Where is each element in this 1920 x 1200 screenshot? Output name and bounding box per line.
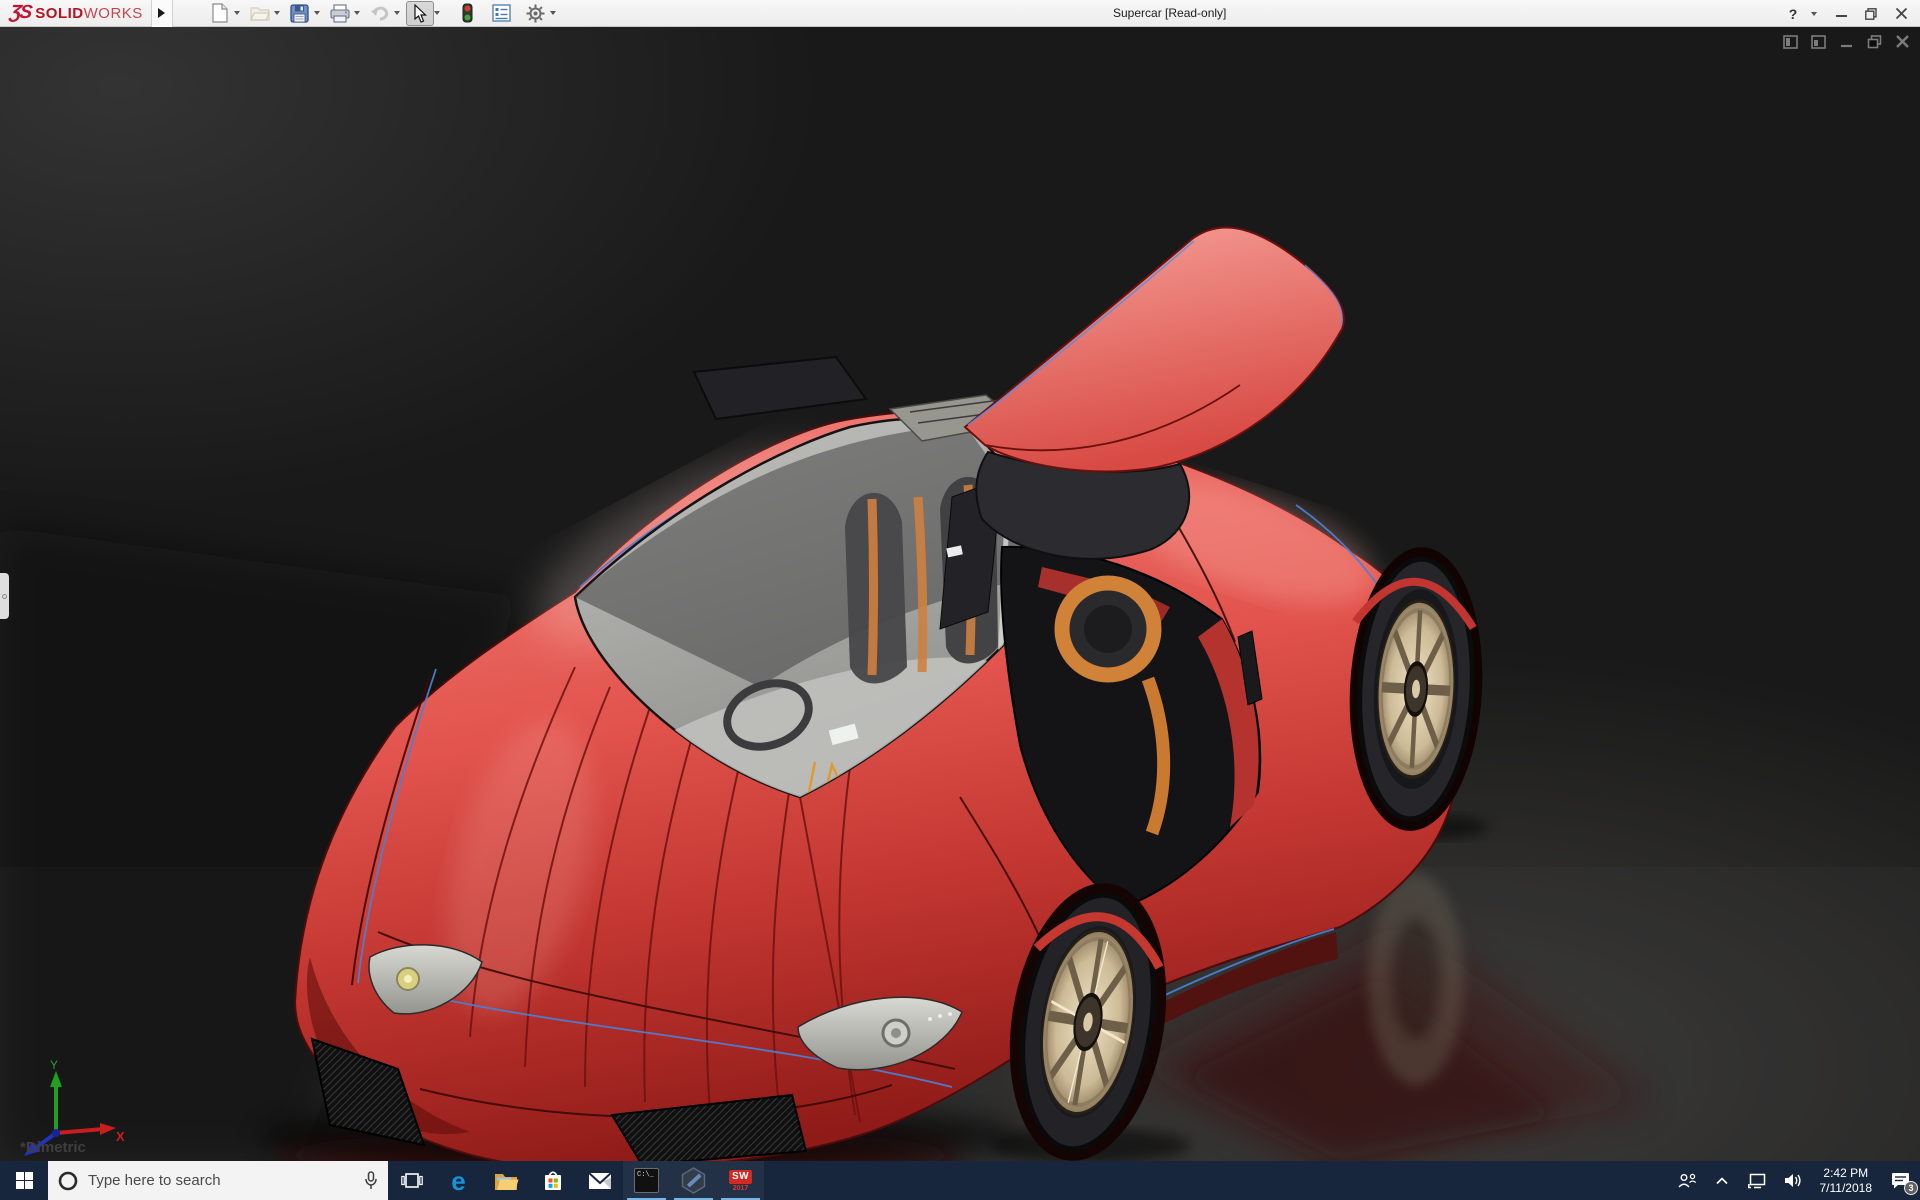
help-caret[interactable] — [1811, 11, 1817, 16]
taskbar-command-prompt[interactable]: C:\_ — [623, 1161, 670, 1200]
print-caret[interactable] — [353, 11, 360, 15]
window-title: Supercar [Read-only] — [1113, 6, 1227, 20]
taskbar-search[interactable] — [48, 1161, 388, 1200]
new-document-button[interactable] — [207, 2, 233, 25]
people-button[interactable] — [1669, 1161, 1706, 1200]
clock-date: 7/11/2018 — [1819, 1180, 1873, 1195]
system-tray: 2:42 PM 7/11/2018 3 — [1669, 1161, 1920, 1200]
document-window-controls — [1783, 34, 1910, 49]
undo-caret[interactable] — [393, 11, 400, 15]
notification-badge: 3 — [1904, 1181, 1918, 1195]
edge-icon: e — [451, 1165, 466, 1196]
triad-y-label: Y — [50, 1058, 58, 1072]
close-doc-icon — [1896, 35, 1909, 48]
windows-taskbar: e C:\_ SW 2017 — [0, 1161, 1920, 1200]
solidworks-logo-icon: ƷS — [8, 2, 32, 23]
new-document-caret[interactable] — [233, 11, 240, 15]
tab-dot-icon — [2, 593, 7, 599]
solidworks-logo: ƷS SOLID WORKS — [8, 2, 143, 23]
select-caret[interactable] — [433, 11, 440, 15]
tray-overflow-button[interactable] — [1706, 1161, 1738, 1200]
select-button[interactable] — [405, 0, 434, 26]
file-properties-button[interactable] — [489, 2, 515, 25]
options-caret[interactable] — [549, 11, 556, 15]
mail-icon — [587, 1171, 612, 1189]
clock[interactable]: 2:42 PM 7/11/2018 — [1812, 1161, 1881, 1200]
people-icon — [1677, 1173, 1696, 1188]
pane-toggle-2-button[interactable] — [1811, 34, 1826, 49]
start-button[interactable] — [0, 1161, 48, 1200]
task-view-icon — [400, 1173, 423, 1188]
expand-arrow-icon — [158, 8, 166, 18]
car-model-supercar — [0, 27, 1920, 1161]
titlebar: ƷS SOLID WORKS Supercar [Read-only] ? — [0, 0, 1920, 27]
restore-icon — [1865, 7, 1877, 20]
windows-logo-icon — [15, 1172, 33, 1189]
command-prompt-icon: C:\_ — [634, 1168, 659, 1193]
options-button[interactable] — [523, 2, 549, 25]
expand-menu-button[interactable] — [150, 0, 173, 27]
pane-toggle-1-icon — [1783, 34, 1798, 49]
speaker-icon — [1784, 1174, 1801, 1187]
rebuild-traffic-light-icon — [462, 3, 473, 23]
view-orientation-label: *Dimetric — [20, 1139, 86, 1156]
pane-toggle-1-button[interactable] — [1783, 34, 1798, 49]
undo-button[interactable] — [367, 2, 393, 25]
minimize-doc-icon — [1841, 44, 1852, 47]
taskbar-hexagon-app[interactable] — [670, 1161, 717, 1200]
gear-icon — [526, 4, 545, 22]
microphone-icon[interactable] — [364, 1171, 378, 1190]
restore-button[interactable] — [1858, 2, 1884, 25]
action-center-button[interactable]: 3 — [1880, 1161, 1920, 1200]
close-button[interactable] — [1888, 2, 1914, 25]
taskbar-edge[interactable]: e — [435, 1161, 482, 1200]
network-icon — [1747, 1173, 1765, 1188]
triad-x-label: X — [116, 1129, 125, 1144]
save-button[interactable] — [287, 2, 313, 25]
help-button[interactable]: ? — [1780, 2, 1806, 25]
undo-icon — [370, 6, 388, 21]
rebuild-button[interactable] — [455, 2, 481, 25]
file-properties-icon — [492, 4, 511, 22]
taskbar-file-explorer[interactable] — [482, 1161, 529, 1200]
clock-time: 2:42 PM — [1823, 1165, 1869, 1180]
store-icon — [544, 1171, 561, 1190]
minimize-button[interactable] — [1828, 2, 1854, 25]
quick-toolbar — [207, 0, 563, 26]
graphics-area[interactable]: Y X *Dimetric — [0, 27, 1920, 1161]
taskbar-mail[interactable] — [576, 1161, 623, 1200]
restore-doc-icon — [1867, 34, 1882, 48]
print-icon — [330, 3, 350, 23]
hexagon-app-icon — [681, 1167, 706, 1194]
file-explorer-icon — [494, 1173, 518, 1190]
new-document-icon — [212, 3, 228, 23]
solidworks-2017-icon: SW 2017 — [728, 1169, 753, 1192]
close-doc-button[interactable] — [1895, 34, 1910, 49]
window-controls: ? — [1780, 0, 1914, 27]
chevron-up-icon — [1715, 1177, 1728, 1185]
open-icon — [249, 7, 270, 21]
cortana-icon — [58, 1171, 78, 1190]
task-view-button[interactable] — [388, 1161, 435, 1200]
close-icon — [1895, 8, 1907, 19]
print-button[interactable] — [327, 2, 353, 25]
volume-button[interactable] — [1775, 1161, 1812, 1200]
network-button[interactable] — [1738, 1161, 1775, 1200]
pane-toggle-2-icon — [1811, 34, 1826, 49]
select-cursor-icon — [414, 3, 427, 23]
save-icon — [290, 3, 309, 23]
save-caret[interactable] — [313, 11, 320, 15]
open-caret[interactable] — [273, 11, 280, 15]
minimize-doc-button[interactable] — [1839, 34, 1854, 49]
search-input[interactable] — [88, 1172, 354, 1189]
open-button[interactable] — [247, 2, 273, 25]
collapsed-featuremanager-tab[interactable] — [0, 573, 9, 619]
taskbar-solidworks[interactable]: SW 2017 — [717, 1161, 764, 1200]
restore-doc-button[interactable] — [1867, 34, 1882, 49]
taskbar-store[interactable] — [529, 1161, 576, 1200]
minimize-icon — [1835, 15, 1847, 17]
